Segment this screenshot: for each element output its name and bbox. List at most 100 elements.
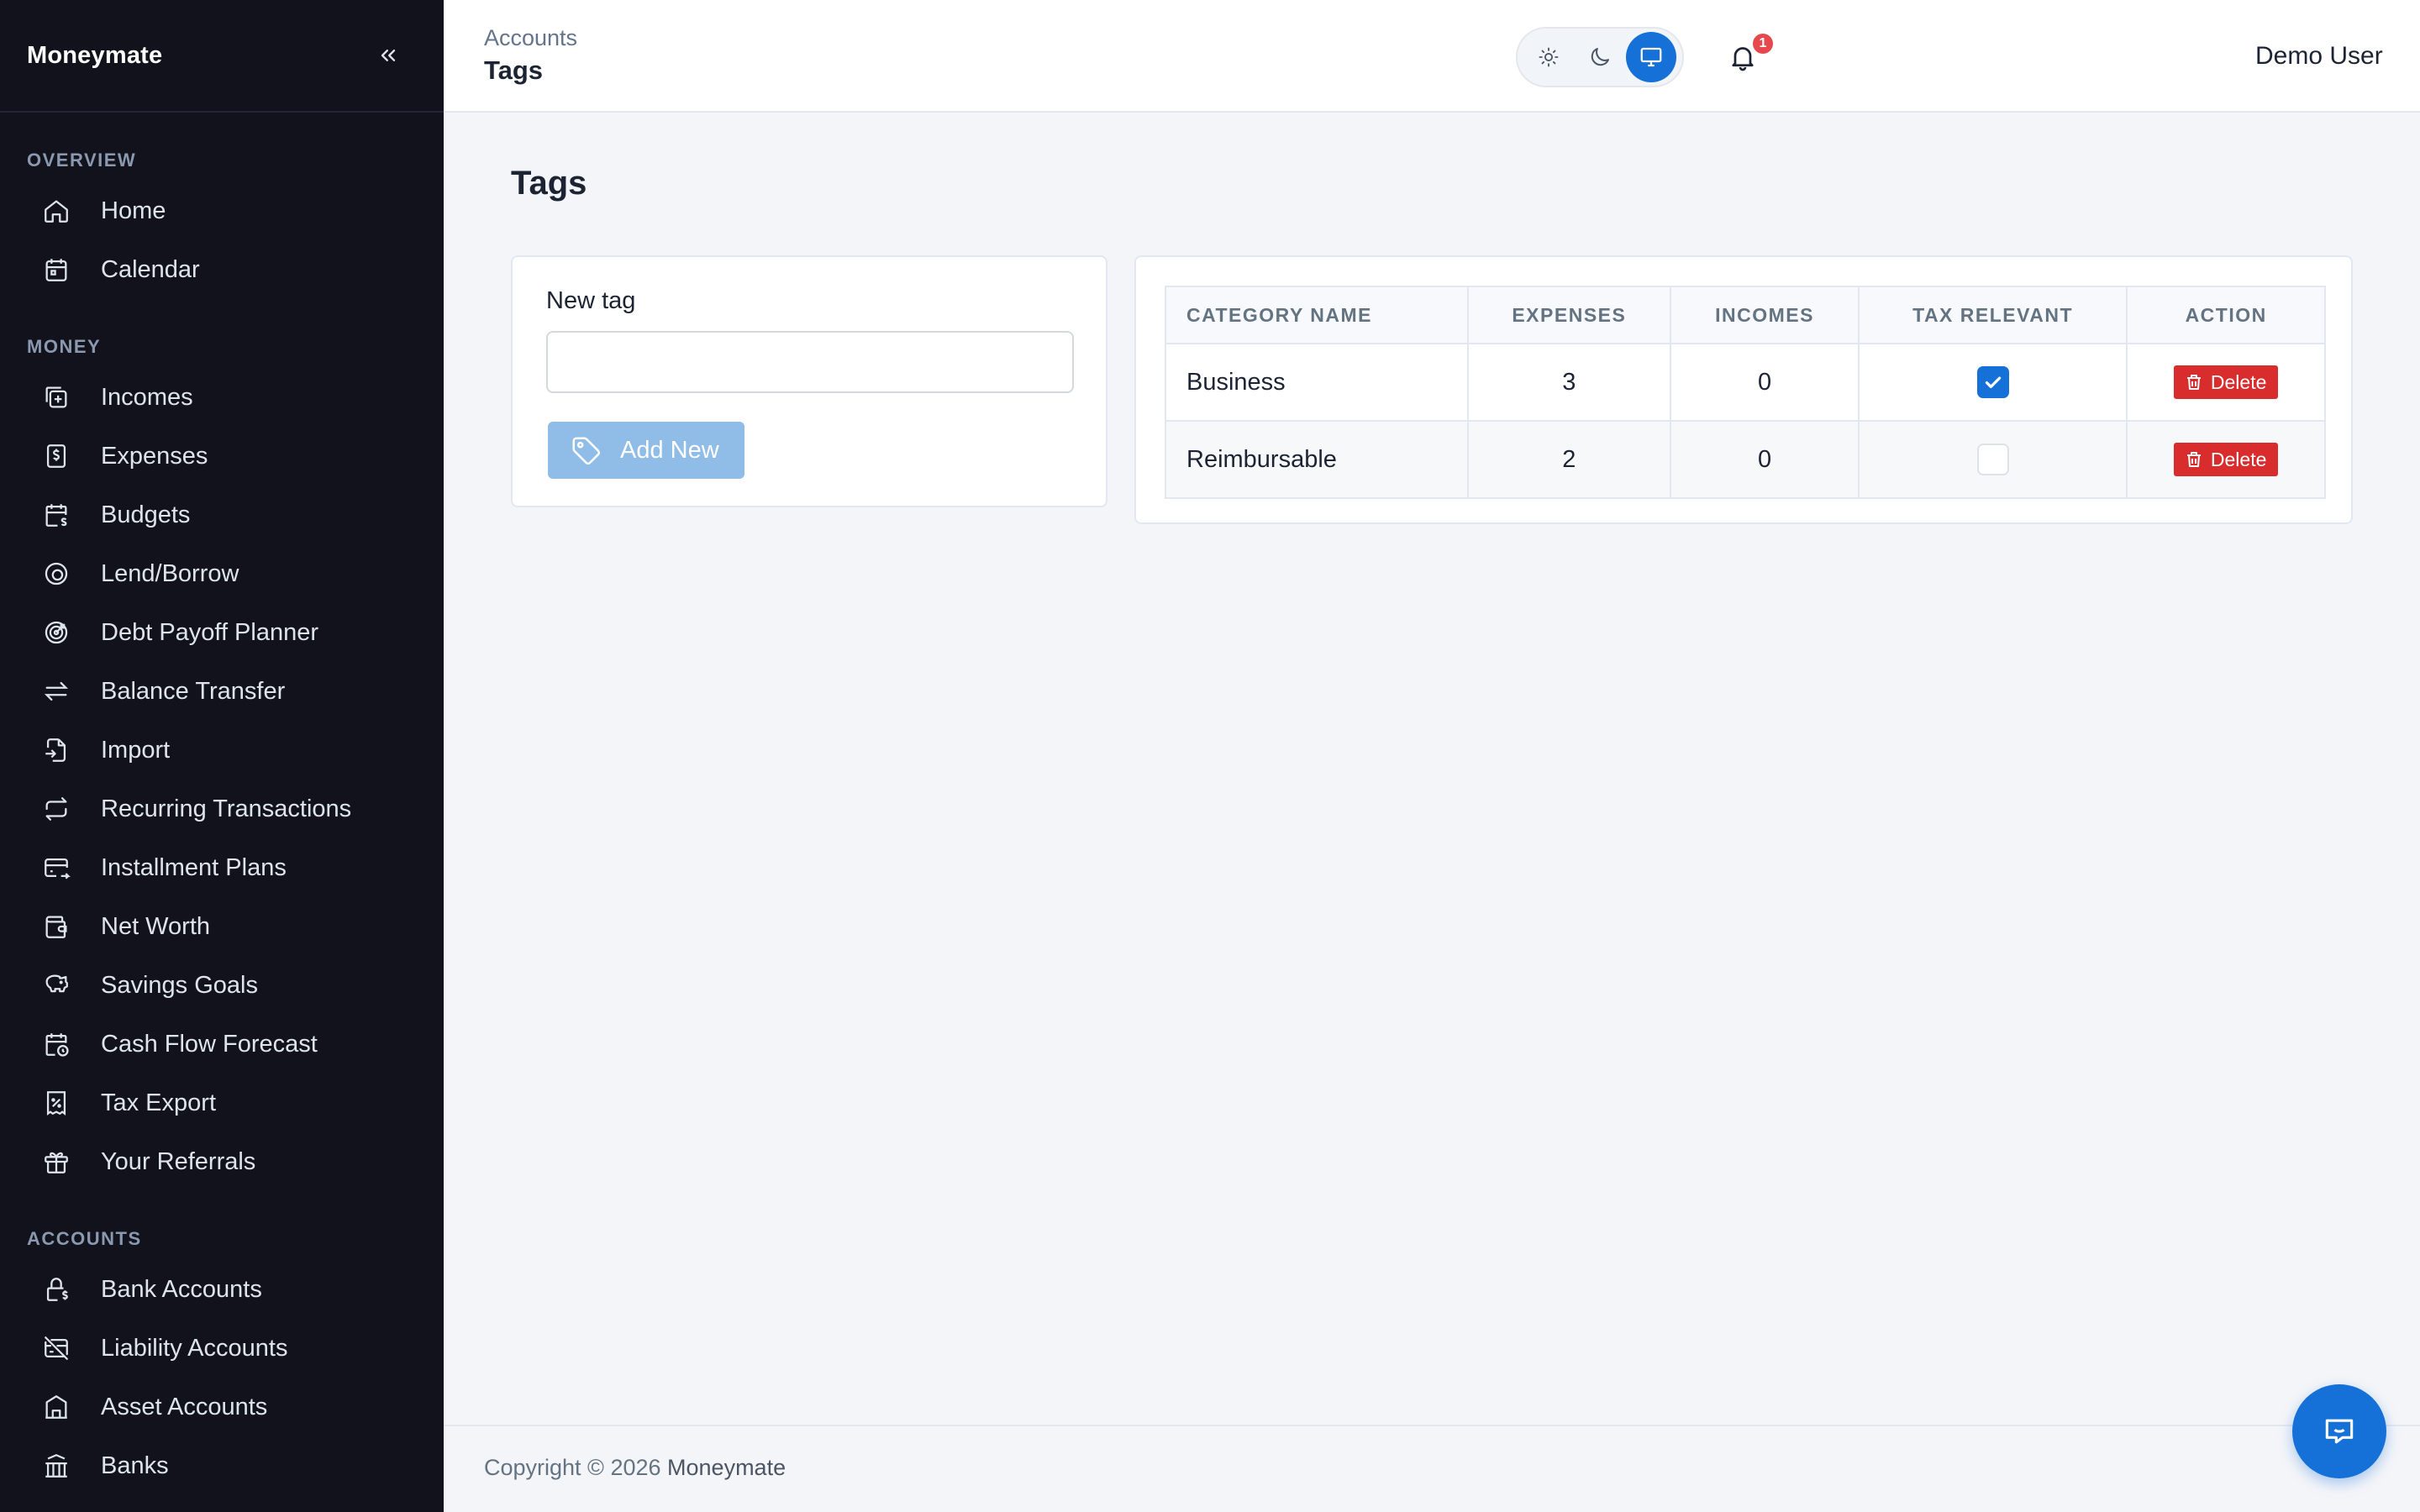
tags-table: CATEGORY NAME EXPENSES INCOMES TAX RELEV…	[1165, 286, 2326, 499]
sidebar-item-label: Net Worth	[101, 912, 211, 940]
sidebar-item-label: Your Referrals	[101, 1147, 256, 1175]
sidebar-item-calendar[interactable]: Calendar	[0, 240, 444, 299]
tag-name-cell: Business	[1165, 343, 1469, 422]
lock-dollar-icon	[40, 1273, 72, 1305]
sidebar-item-debt-payoff-planner[interactable]: Debt Payoff Planner	[0, 603, 444, 662]
receipt-icon	[40, 1087, 72, 1119]
sidebar-item-asset-accounts[interactable]: Asset Accounts	[0, 1378, 444, 1436]
sidebar-item-label: Balance Transfer	[101, 677, 286, 705]
home-icon	[40, 195, 72, 227]
trash-icon	[2184, 372, 2204, 392]
action-cell: Delete	[2126, 343, 2326, 422]
sidebar-item-banks[interactable]: Banks	[0, 1436, 444, 1495]
transfer-icon	[40, 675, 72, 707]
table-row: Reimbursable 2 0 Delete	[1165, 420, 2326, 499]
collapse-sidebar-button[interactable]	[370, 37, 407, 74]
sidebar-item-budgets[interactable]: Budgets	[0, 486, 444, 544]
building-icon	[40, 1391, 72, 1423]
sidebar-item-label: Home	[101, 197, 166, 224]
sidebar-item-label: Bank Accounts	[101, 1275, 262, 1303]
sidebar-item-balance-transfer[interactable]: Balance Transfer	[0, 662, 444, 721]
chevrons-left-icon	[381, 50, 396, 62]
dark-theme-button[interactable]	[1575, 32, 1625, 82]
sidebar-item-label: Savings Goals	[101, 971, 258, 999]
app-logo-text[interactable]: Moneymate	[27, 42, 162, 70]
sidebar-item-label: Liability Accounts	[101, 1334, 288, 1362]
column-header-expenses[interactable]: EXPENSES	[1466, 286, 1672, 344]
new-tag-input[interactable]	[546, 331, 1074, 393]
repeat-icon	[40, 793, 72, 825]
delete-button[interactable]: Delete	[2173, 365, 2279, 399]
sidebar-item-label: Installment Plans	[101, 853, 287, 881]
target-icon	[40, 617, 72, 648]
calendar-clock-icon	[40, 1028, 72, 1060]
sidebar-item-installment-plans[interactable]: Installment Plans	[0, 838, 444, 897]
column-header-tax-relevant[interactable]: TAX RELEVANT	[1857, 286, 2128, 344]
add-new-label: Add New	[620, 436, 719, 464]
sidebar-item-savings-goals[interactable]: Savings Goals	[0, 956, 444, 1015]
sidebar-item-import[interactable]: Import	[0, 721, 444, 780]
delete-label: Delete	[2210, 448, 2267, 470]
delete-button[interactable]: Delete	[2173, 443, 2279, 476]
tag-name-cell: Reimbursable	[1165, 420, 1469, 499]
piggy-bank-icon	[40, 969, 72, 1001]
sidebar-item-label: Recurring Transactions	[101, 795, 352, 822]
header-page-title: Tags	[484, 55, 544, 85]
sidebar-brand: Moneymate	[0, 0, 444, 113]
light-theme-button[interactable]	[1523, 32, 1574, 82]
sidebar-item-net-worth[interactable]: Net Worth	[0, 897, 444, 956]
sidebar-item-label: Calendar	[101, 255, 200, 283]
sidebar-item-bank-accounts[interactable]: Bank Accounts	[0, 1260, 444, 1319]
breadcrumb[interactable]: Accounts	[484, 25, 577, 51]
sidebar-item-cash-flow-forecast[interactable]: Cash Flow Forecast	[0, 1015, 444, 1074]
sidebar-item-recurring-transactions[interactable]: Recurring Transactions	[0, 780, 444, 838]
sidebar-item-lend-borrow[interactable]: Lend/Borrow	[0, 544, 444, 603]
tax-relevant-checkbox[interactable]	[1976, 444, 2009, 475]
monitor-icon	[1640, 47, 1662, 67]
action-cell: Delete	[2126, 420, 2326, 499]
sidebar-item-expenses[interactable]: Expenses	[0, 427, 444, 486]
table-header-row: CATEGORY NAME EXPENSES INCOMES TAX RELEV…	[1165, 286, 2326, 344]
tags-table-card: CATEGORY NAME EXPENSES INCOMES TAX RELEV…	[1134, 255, 2353, 524]
tag-icon	[570, 433, 603, 467]
credit-card-icon	[40, 852, 72, 884]
page-title: Tags	[511, 165, 587, 202]
tax-relevant-checkbox[interactable]	[1976, 366, 2009, 398]
sidebar-item-incomes[interactable]: Incomes	[0, 368, 444, 427]
user-menu[interactable]: Demo User	[2255, 42, 2383, 71]
add-new-button[interactable]: Add New	[548, 422, 744, 479]
sidebar-item-label: Debt Payoff Planner	[101, 618, 319, 646]
bank-icon	[40, 1450, 72, 1482]
sidebar-item-tax-export[interactable]: Tax Export	[0, 1074, 444, 1132]
moon-icon	[1591, 48, 1609, 66]
footer-brand-link[interactable]: Moneymate	[667, 1455, 786, 1480]
tax-relevant-cell	[1857, 420, 2128, 499]
budgets-icon	[40, 499, 72, 531]
system-theme-button[interactable]	[1626, 32, 1677, 82]
copyright-label: Copyright © 2026	[484, 1455, 661, 1480]
sidebar-item-label: Budgets	[101, 501, 191, 528]
column-header-incomes[interactable]: INCOMES	[1670, 286, 1860, 344]
new-tag-card: New tag Add New	[511, 255, 1107, 507]
column-header-category-name[interactable]: CATEGORY NAME	[1165, 286, 1469, 344]
sidebar-item-your-referrals[interactable]: Your Referrals	[0, 1132, 444, 1191]
expenses-count-cell: 3	[1466, 343, 1672, 422]
gift-icon	[40, 1146, 72, 1178]
sidebar-item-liability-accounts[interactable]: Liability Accounts	[0, 1319, 444, 1378]
card-off-icon	[40, 1332, 72, 1364]
table-row: Business 3 0 Delete	[1165, 343, 2326, 422]
sidebar-item-label: Expenses	[101, 442, 208, 470]
copyright-text: Copyright © 2026 Moneymate	[484, 1455, 786, 1481]
new-tag-label: New tag	[546, 287, 636, 314]
sidebar-item-label: Banks	[101, 1452, 169, 1479]
check-icon	[1985, 376, 2001, 389]
chat-button[interactable]	[2292, 1384, 2386, 1478]
lend-borrow-icon	[40, 558, 72, 590]
column-header-action: ACTION	[2126, 286, 2326, 344]
expenses-count-cell: 2	[1466, 420, 1672, 499]
section-label-money: MONEY	[27, 336, 102, 357]
notification-badge: 1	[1753, 34, 1773, 54]
top-header: Accounts Tags 1 Demo User	[444, 0, 2420, 113]
sidebar-item-label: Import	[101, 736, 171, 764]
sidebar-item-home[interactable]: Home	[0, 181, 444, 240]
